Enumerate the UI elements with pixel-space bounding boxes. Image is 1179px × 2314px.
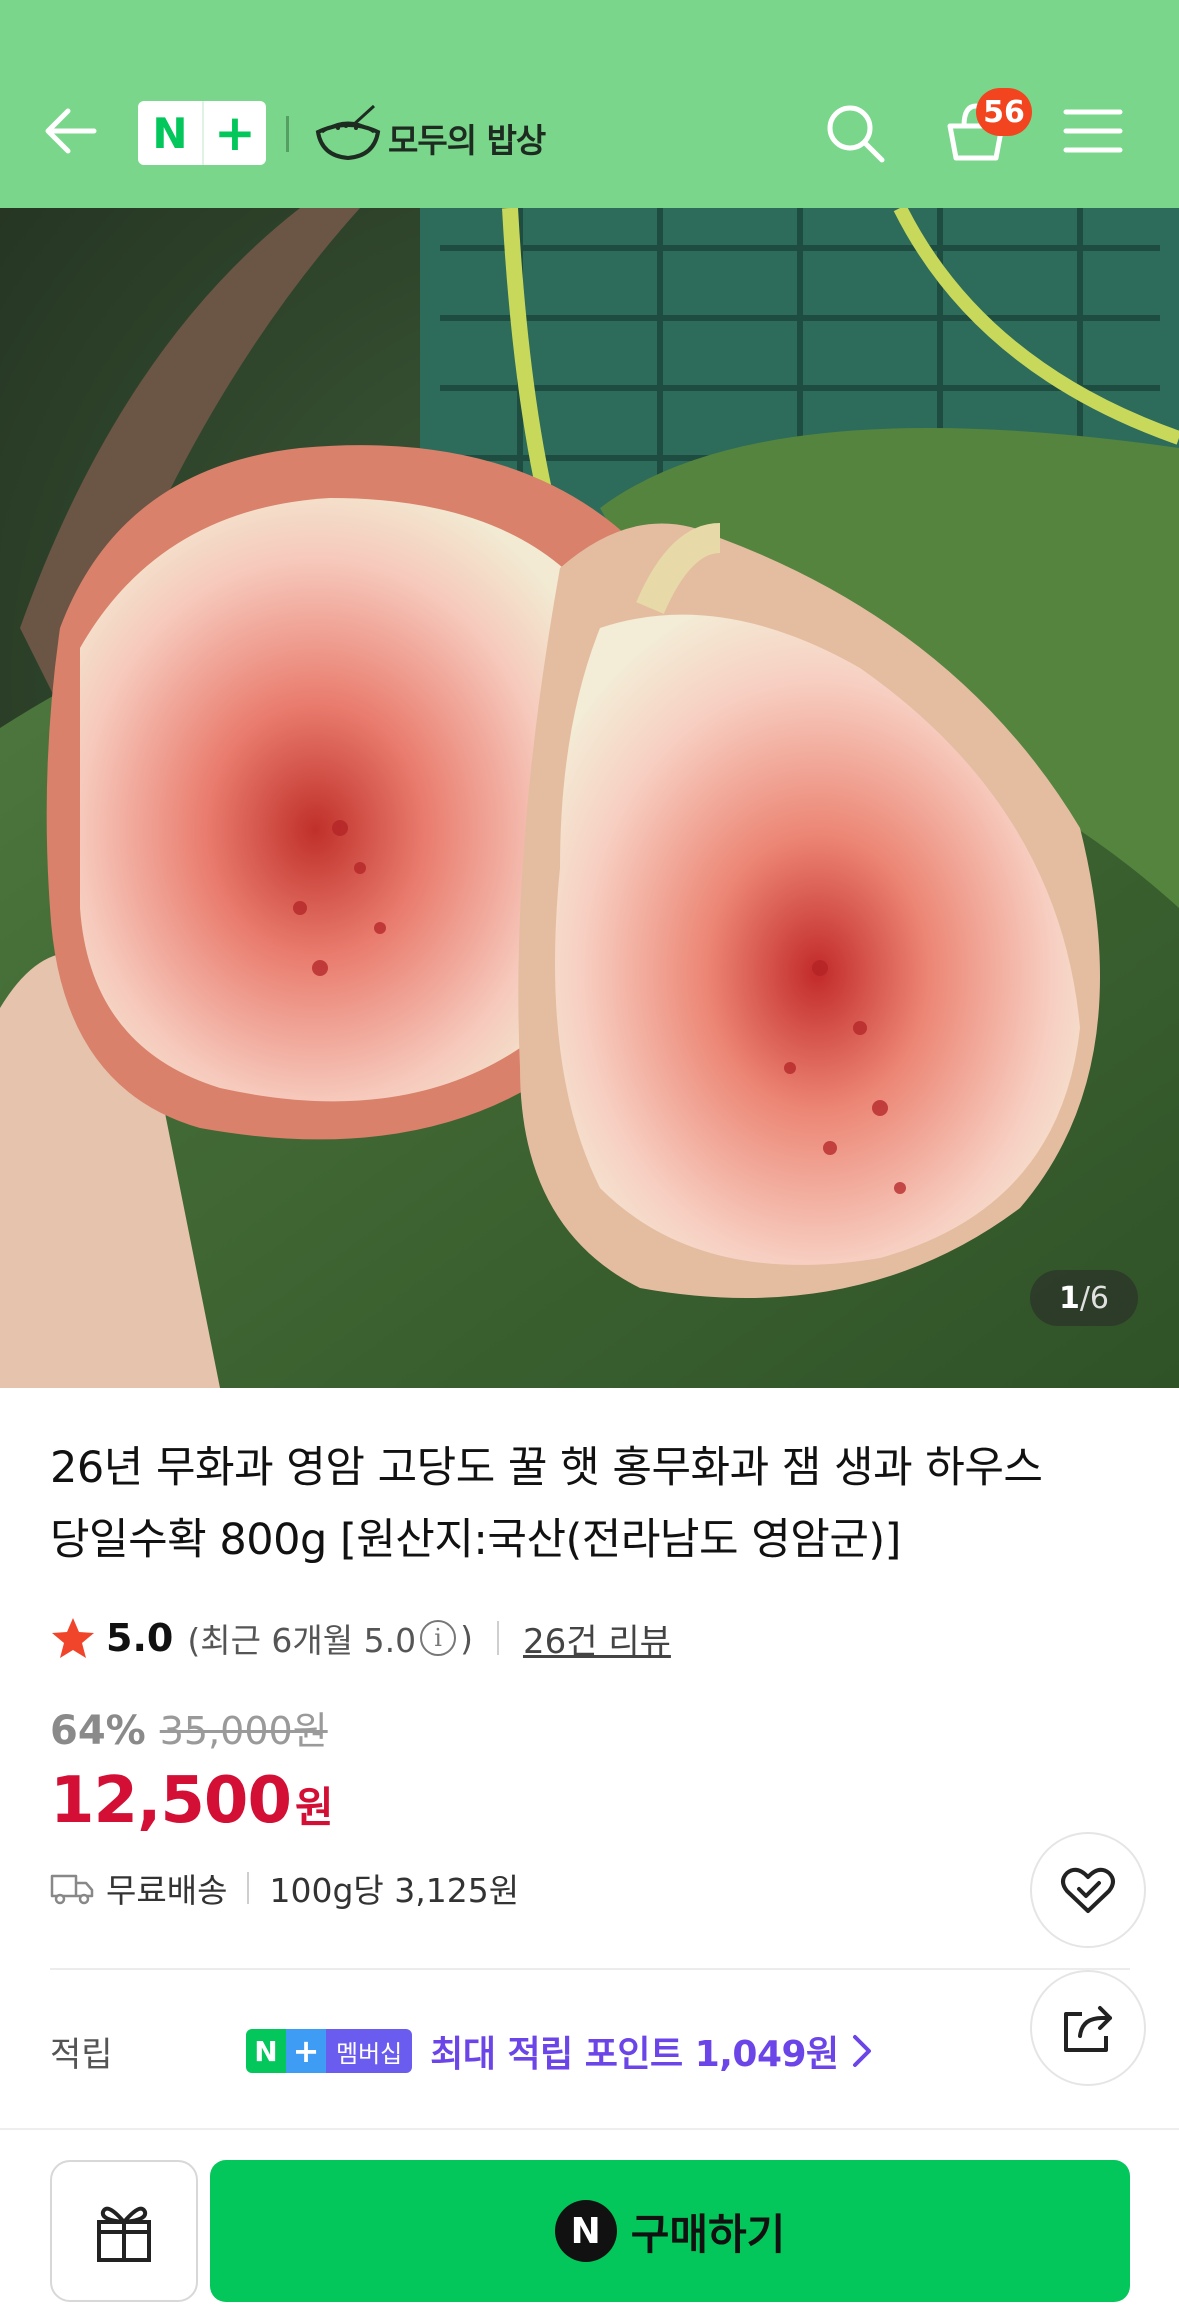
rating-divider <box>496 1621 499 1655</box>
price-unit: 원 <box>294 1783 334 1832</box>
image-counter-current: 1 <box>1058 1280 1080 1316</box>
shipping-text: 무료배송 <box>106 1871 228 1910</box>
cart-count-badge: 56 <box>976 88 1032 136</box>
rice-bowl-icon <box>315 104 381 161</box>
buy-button[interactable]: N 구매하기 <box>210 2160 1130 2302</box>
search-icon[interactable] <box>822 100 888 166</box>
sale-price-row: 12,500 원 <box>50 1764 334 1838</box>
product-image[interactable] <box>0 208 1179 1388</box>
share-icon <box>1064 2006 1112 2052</box>
product-title-line2: 당일수확 800g [원산지:국산(전라남도 영암군)] <box>50 1515 901 1565</box>
share-button[interactable] <box>1030 1970 1146 2086</box>
star-icon <box>52 1618 94 1658</box>
product-title-line1: 26년 무화과 영암 고당도 꿀 햇 홍무화과 잼 생과 하우스 <box>50 1443 1043 1493</box>
app-header: N + 모두의 밥상 56 <box>0 0 1179 208</box>
gift-icon <box>97 2206 151 2262</box>
header-divider <box>286 116 289 152</box>
reviews-link[interactable]: 26건 리뷰 <box>523 1614 671 1663</box>
logo-n: N <box>152 108 188 158</box>
original-price: 35,000원 <box>159 1709 328 1753</box>
section-divider <box>50 1968 1130 1970</box>
shipping-divider <box>247 1872 250 1904</box>
max-points-text: 최대 적립 포인트 1,049원 <box>430 2034 839 2075</box>
brand-name[interactable]: 모두의 밥상 <box>388 114 546 162</box>
fig-photo <box>0 208 1179 1388</box>
shipping-row: 무료배송 100g당 3,125원 <box>50 1864 519 1912</box>
recent-rating: (최근 6개월 5.0 i ) <box>187 1614 473 1662</box>
rating-row: 5.0 (최근 6개월 5.0 i ) 26건 리뷰 <box>50 1612 671 1664</box>
chevron-right-icon <box>852 2035 871 2067</box>
back-arrow-icon[interactable] <box>36 96 106 166</box>
wishlist-button[interactable] <box>1030 1832 1146 1948</box>
membership-badge: N + 멤버십 <box>246 2029 413 2073</box>
discount-rate: 64% <box>50 1708 146 1754</box>
discount-row: 64% 35,000원 <box>50 1700 328 1755</box>
naver-pay-icon: N <box>554 2200 617 2262</box>
truck-icon <box>50 1874 94 1905</box>
unit-price: 100g당 3,125원 <box>269 1871 520 1910</box>
sale-price: 12,500 <box>50 1764 292 1838</box>
membership-label: 멤버십 <box>326 2029 413 2073</box>
menu-icon[interactable] <box>1062 106 1124 156</box>
logo-plus: + <box>202 101 266 165</box>
naver-plus-logo[interactable]: N + <box>138 101 266 165</box>
product-title: 26년 무화과 영암 고당도 꿀 햇 홍무화과 잼 생과 하우스 당일수확 80… <box>50 1432 1130 1576</box>
heart-check-icon <box>1061 1867 1115 1913</box>
image-counter-total: /6 <box>1079 1280 1110 1316</box>
membership-plus: + <box>286 2029 326 2073</box>
gift-button[interactable] <box>50 2160 198 2302</box>
recent-rating-suffix: ) <box>460 1618 473 1658</box>
points-label: 적립 <box>50 2034 113 2075</box>
points-row[interactable]: 적립 N + 멤버십 최대 적립 포인트 1,049원 <box>50 2020 1010 2082</box>
image-counter: 1 /6 <box>1030 1270 1138 1326</box>
membership-n: N <box>246 2029 286 2073</box>
recent-rating-prefix: (최근 6개월 5.0 <box>187 1621 417 1660</box>
info-icon[interactable]: i <box>420 1620 457 1656</box>
buy-label: 구매하기 <box>630 2209 786 2259</box>
rating-score: 5.0 <box>106 1616 174 1660</box>
